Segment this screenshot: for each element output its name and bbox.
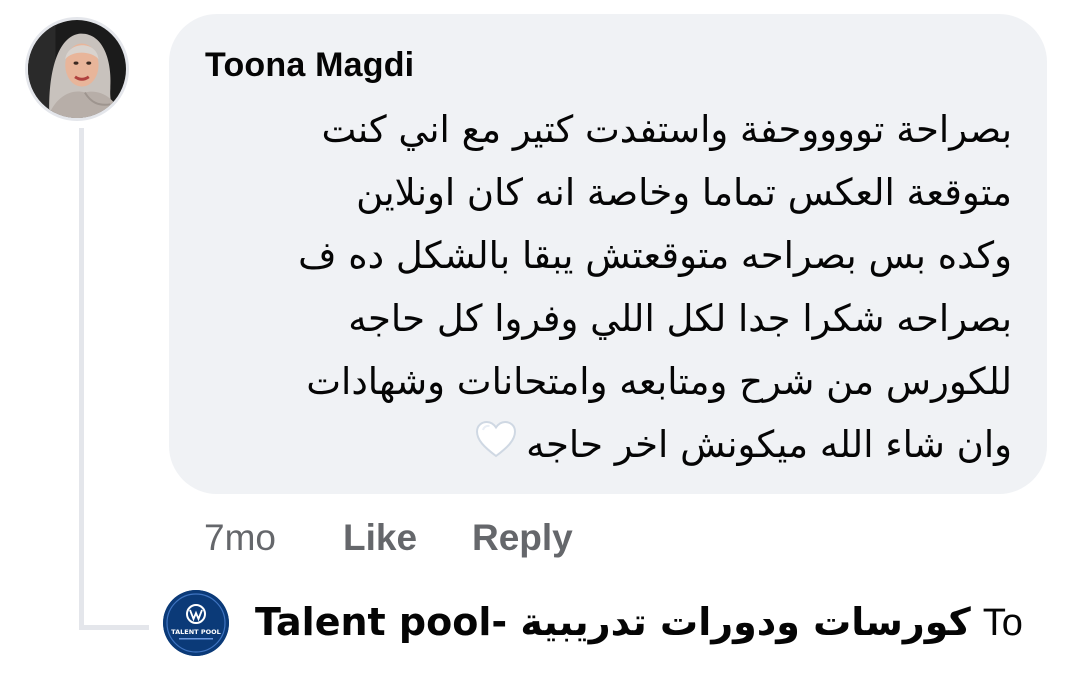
logo-text: TALENT POOL <box>171 628 221 636</box>
comment-timestamp[interactable]: 7mo <box>204 517 276 559</box>
comment-thread: Toona Magdi بصراحة تووووحفة واستفدت كتير… <box>0 0 1079 682</box>
reply-button[interactable]: Reply <box>472 517 573 559</box>
thread-line-branch <box>79 625 149 630</box>
reply-snippet: To <box>982 602 1023 644</box>
like-button[interactable]: Like <box>343 517 417 559</box>
profile-photo-icon <box>28 20 126 118</box>
comment-line-last: وان شاء الله ميكونش اخر حاجه <box>190 413 1012 478</box>
white-heart-icon <box>474 415 518 478</box>
reply-preview[interactable]: Talent pool- كورسات ودورات تدريبية To <box>255 600 1045 660</box>
comment-text: بصراحة تووووحفة واستفدت كتير مع اني كنت … <box>190 98 1012 478</box>
thread-line <box>79 128 84 630</box>
page-avatar[interactable]: TALENT POOL <box>163 590 229 656</box>
comment-line: للكورس من شرح ومتابعه وامتحانات وشهادات <box>306 360 1012 403</box>
comment-line: بصراحة تووووحفة واستفدت كتير مع اني كنت <box>321 108 1012 151</box>
avatar[interactable] <box>25 17 129 121</box>
comment-line: وكده بس بصراحه متوقعتش يبقا بالشكل ده ف <box>298 234 1012 277</box>
comment-line: وان شاء الله ميكونش اخر حاجه <box>526 423 1012 466</box>
comment-author[interactable]: Toona Magdi <box>205 46 414 85</box>
comment-line: متوقعة العكس تماما وخاصة انه كان اونلاين <box>356 171 1012 214</box>
reply-author[interactable]: Talent pool- كورسات ودورات تدريبية <box>255 600 971 644</box>
talent-pool-logo-icon: TALENT POOL <box>163 590 229 656</box>
comment-line: بصراحه شكرا جدا لكل اللي وفروا كل حاجه <box>348 297 1012 340</box>
